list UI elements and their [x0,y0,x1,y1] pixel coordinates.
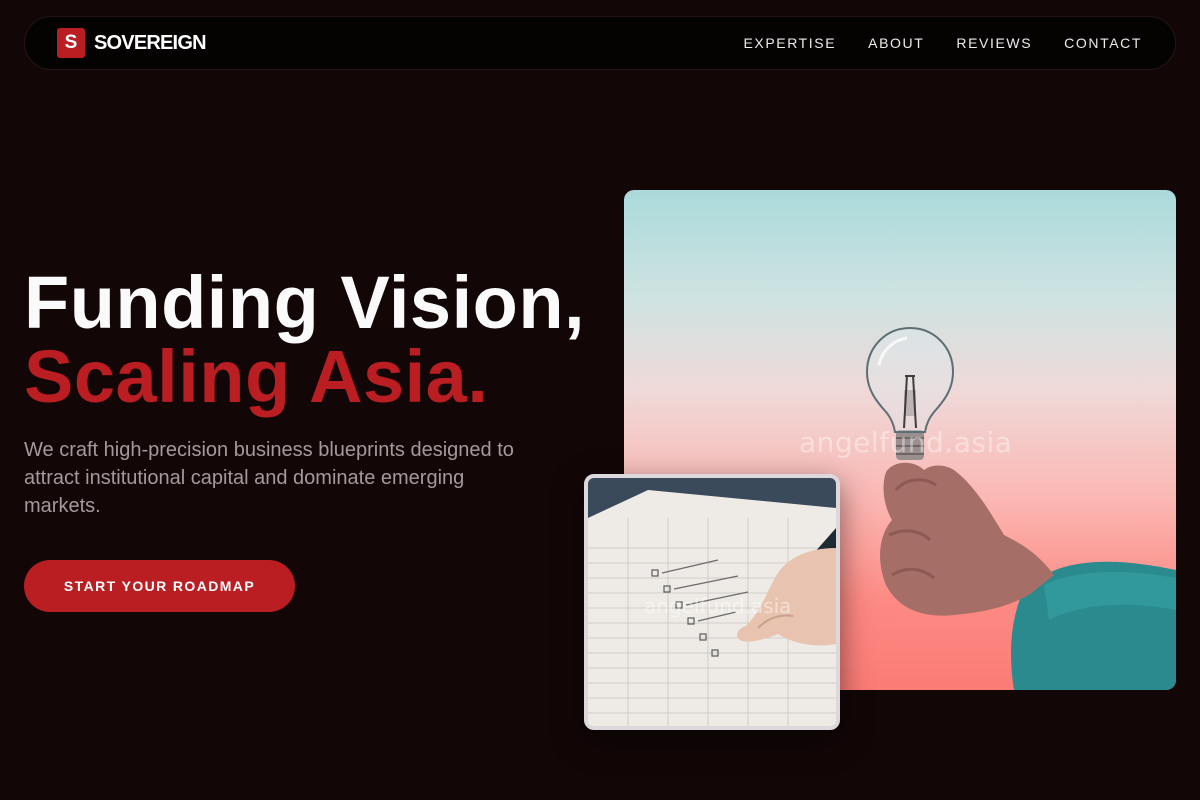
top-navbar: S SOVEREIGN EXPERTISE ABOUT REVIEWS CONT… [24,16,1176,70]
checklist-photo: angelfund.asia [584,474,840,730]
nav-link-reviews[interactable]: REVIEWS [956,35,1032,51]
headline-line-1: Funding Vision, [24,261,586,344]
nav-link-about[interactable]: ABOUT [868,35,924,51]
hero-subtitle: We craft high-precision business bluepri… [24,439,514,517]
nav-links: EXPERTISE ABOUT REVIEWS CONTACT [743,35,1142,51]
nav-link-contact[interactable]: CONTACT [1064,35,1142,51]
landing-page: S SOVEREIGN EXPERTISE ABOUT REVIEWS CONT… [0,0,1200,800]
headline-line-2: Scaling Asia. [24,335,489,418]
brand-name: SOVEREIGN [94,31,207,54]
main-image-watermark: angelfund.asia [799,426,1013,459]
brand-logo[interactable]: S SOVEREIGN [57,28,207,58]
hero-headline: Funding Vision, Scaling Asia. [24,266,585,414]
start-roadmap-button[interactable]: START YOUR ROADMAP [24,560,295,612]
nav-link-expertise[interactable]: EXPERTISE [743,35,836,51]
small-image-watermark: angelfund.asia [644,594,792,618]
brand-mark: S [57,28,85,58]
